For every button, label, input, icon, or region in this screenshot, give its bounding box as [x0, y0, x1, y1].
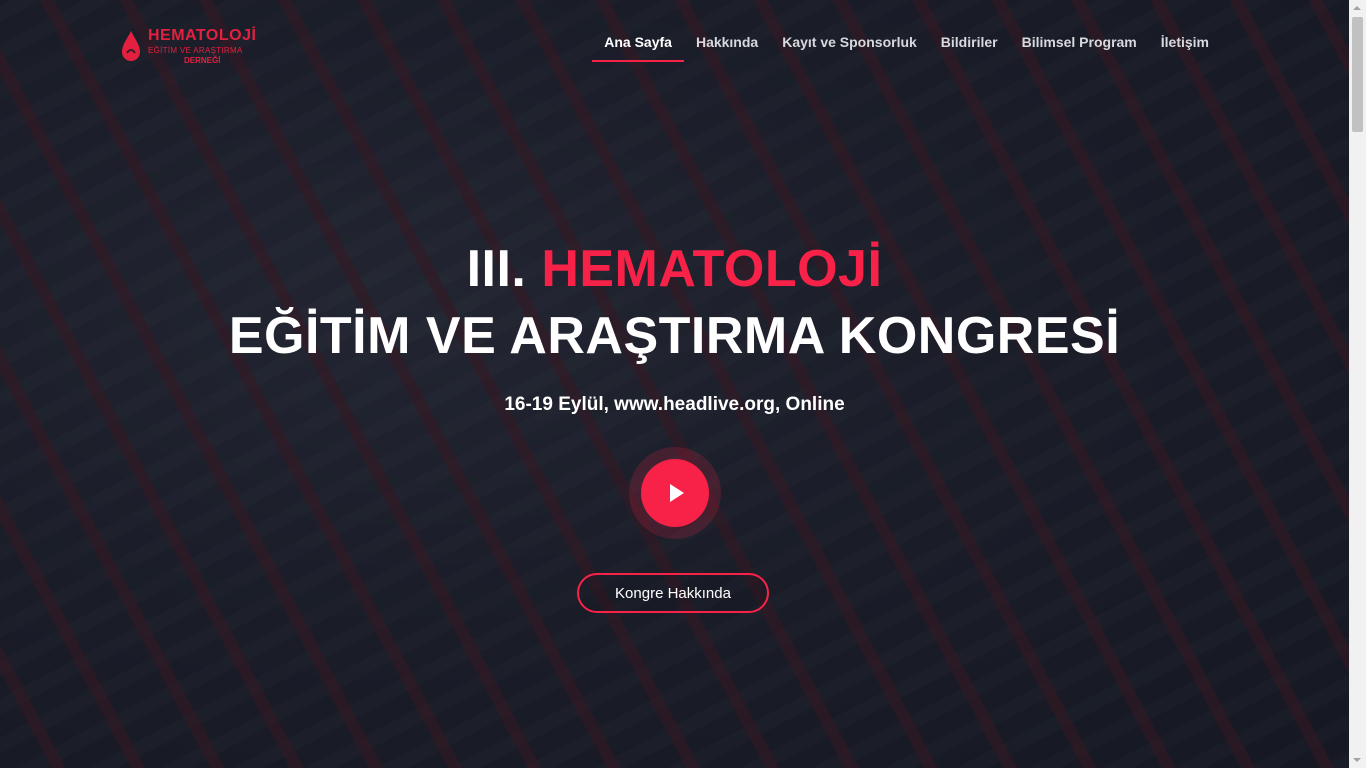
- main-nav: Ana Sayfa Hakkında Kayıt ve Sponsorluk B…: [592, 34, 1221, 62]
- nav-item-bilimsel-program[interactable]: Bilimsel Program: [1010, 34, 1149, 60]
- video-play-button-ring: [629, 447, 721, 539]
- hero-title-prefix: III.: [466, 240, 527, 298]
- hero-subtitle: 16-19 Eylül, www.headlive.org, Online: [504, 394, 845, 415]
- vertical-scrollbar[interactable]: [1349, 0, 1366, 768]
- blood-drop-icon: [120, 29, 142, 63]
- logo-subtitle: EĞİTİM VE ARAŞTIRMA: [148, 45, 243, 55]
- logo-subtitle-2: DERNEĞİ: [183, 55, 221, 65]
- play-icon: [670, 484, 684, 502]
- logo-title: HEMATOLOJİ: [148, 26, 257, 44]
- video-play-button[interactable]: [641, 459, 709, 527]
- nav-item-ana-sayfa[interactable]: Ana Sayfa: [592, 34, 684, 62]
- about-congress-button[interactable]: Kongre Hakkında: [577, 573, 769, 613]
- hero-title-line-1: III. HEMATOLOJİ: [0, 238, 1349, 300]
- logo-text: HEMATOLOJİ EĞİTİM VE ARAŞTIRMA DERNEĞİ: [148, 26, 257, 65]
- scrollbar-thumb[interactable]: [1352, 17, 1363, 132]
- hero-title-line-2: EĞİTİM VE ARAŞTIRMA KONGRESİ: [228, 307, 1121, 365]
- site-logo[interactable]: HEMATOLOJİ EĞİTİM VE ARAŞTIRMA DERNEĞİ: [120, 24, 260, 68]
- hero-title-accent: HEMATOLOJİ: [541, 240, 883, 298]
- nav-item-iletisim[interactable]: İletişim: [1149, 34, 1221, 60]
- hero-content: III. HEMATOLOJİ EĞİTİM VE ARAŞTIRMA KONG…: [0, 238, 1349, 416]
- nav-item-hakkinda[interactable]: Hakkında: [684, 34, 770, 60]
- page: HEMATOLOJİ EĞİTİM VE ARAŞTIRMA DERNEĞİ A…: [0, 0, 1349, 768]
- scroll-down-arrow-icon[interactable]: [1353, 758, 1361, 762]
- nav-item-kayit-ve-sponsorluk[interactable]: Kayıt ve Sponsorluk: [770, 34, 929, 60]
- nav-item-bildiriler[interactable]: Bildiriler: [929, 34, 1010, 60]
- scroll-up-arrow-icon[interactable]: [1353, 6, 1361, 10]
